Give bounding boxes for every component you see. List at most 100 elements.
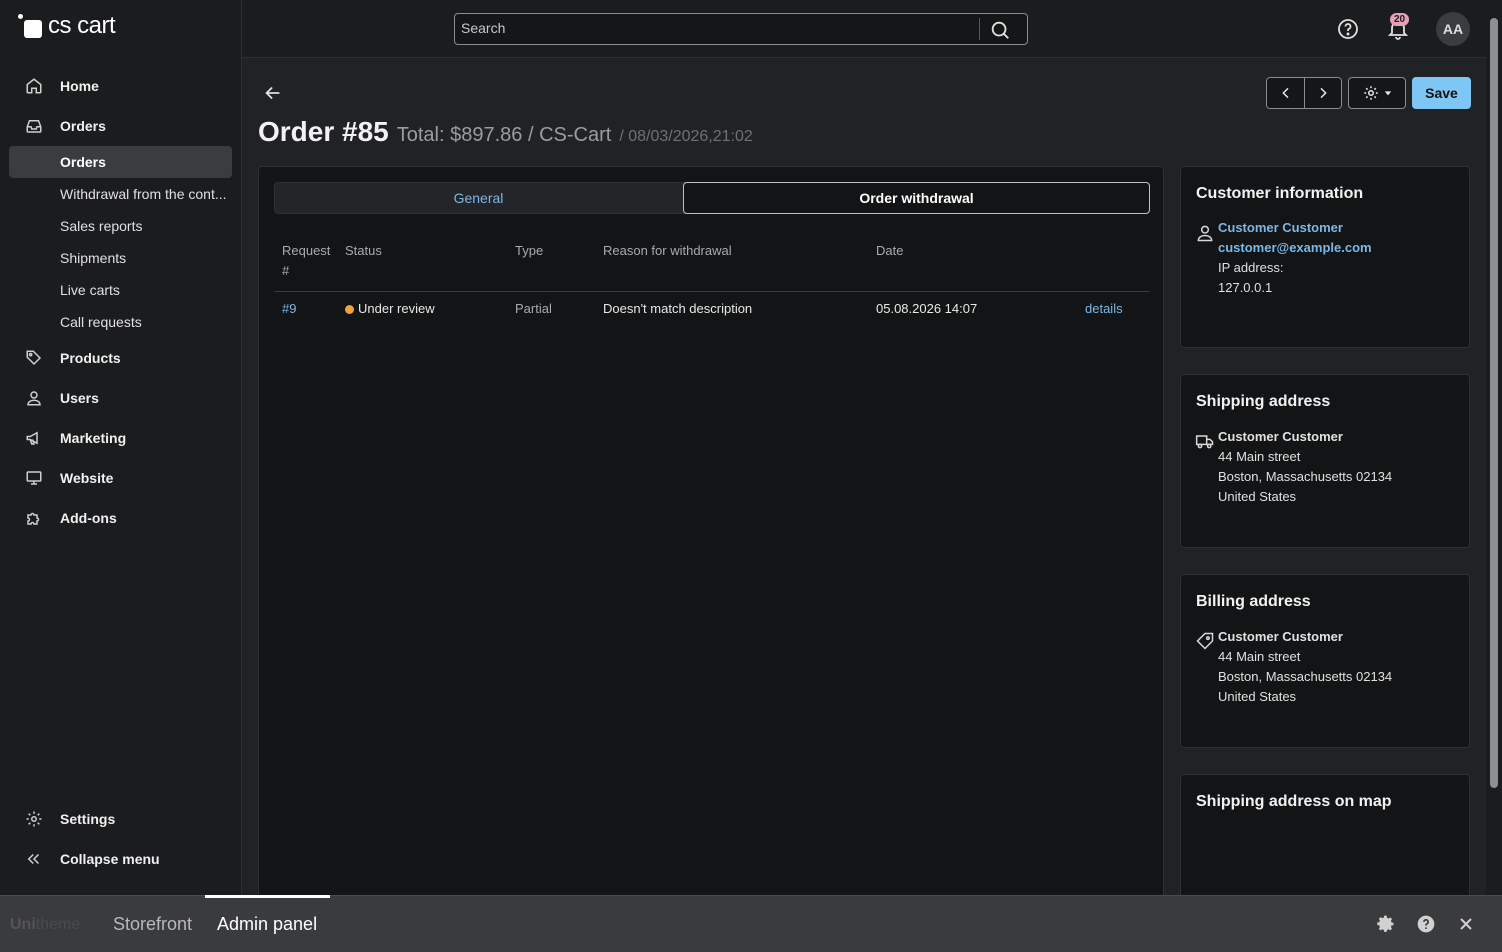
avatar[interactable]: AA (1436, 12, 1470, 46)
sidebar-item-label: Add-ons (60, 510, 117, 526)
customer-name-link[interactable]: Customer Customer (1218, 218, 1372, 238)
sidebar-subitem-shipments[interactable]: Shipments (0, 242, 241, 274)
unitheme-logo: Unitheme (10, 916, 80, 934)
gear-icon (24, 809, 44, 829)
shipping-address-card: Shipping address Customer Customer 44 Ma… (1180, 374, 1470, 548)
brand-logo[interactable]: cs cart (18, 12, 116, 40)
notifications-badge: 20 (1390, 13, 1410, 26)
home-icon (24, 76, 44, 96)
truck-icon (1195, 431, 1215, 451)
billing-city: Boston, Massachusetts 02134 (1218, 669, 1393, 684)
collapse-menu-button[interactable]: Collapse menu (0, 839, 241, 879)
cs-cart-logo-icon (18, 14, 42, 38)
sidebar-subitem-withdrawal[interactable]: Withdrawal from the cont... (0, 178, 241, 210)
settings-dropdown-button[interactable] (1348, 77, 1406, 109)
shipping-street: 44 Main street (1218, 449, 1301, 464)
billing-country: United States (1218, 689, 1297, 704)
sidebar-item-label: Marketing (60, 430, 127, 446)
scrollbar-thumb[interactable] (1490, 18, 1498, 788)
details-link[interactable]: details (1085, 301, 1123, 317)
sidebar-subitem-call-requests[interactable]: Call requests (0, 306, 241, 338)
sidebar-item-products[interactable]: Products (0, 338, 241, 378)
column-header-type: Type (515, 243, 544, 258)
inbox-icon (24, 116, 44, 136)
main-nav: Home Orders Orders Withdrawal from the c… (0, 66, 241, 538)
brand-text: theme (35, 916, 81, 933)
tab-order-withdrawal[interactable]: Order withdrawal (683, 182, 1150, 214)
megaphone-icon (24, 428, 44, 448)
status-dot-icon (345, 305, 354, 314)
customer-info-card: Customer information Customer Customer c… (1180, 166, 1470, 348)
next-order-button[interactable] (1304, 78, 1341, 108)
page-title: Order #85 Total: $897.86 / CS-Cart / 08/… (258, 116, 753, 148)
sidebar-item-label: Orders (60, 118, 106, 134)
brand-name: cs cart (48, 12, 116, 39)
tab-storefront[interactable]: Storefront (113, 914, 192, 935)
user-icon (1195, 223, 1215, 243)
ip-value: 127.0.0.1 (1218, 280, 1273, 295)
billing-details: Customer Customer 44 Main street Boston,… (1218, 627, 1392, 707)
sidebar: cs cart Home Orders Orders Withdrawal fr… (0, 0, 242, 895)
header-text: # (282, 263, 290, 278)
save-button[interactable]: Save (1412, 77, 1471, 109)
sidebar-subitem-orders[interactable]: Orders (9, 146, 232, 178)
order-number: Order #85 (258, 116, 389, 147)
caret-down-icon (1384, 91, 1392, 96)
sidebar-item-website[interactable]: Website (0, 458, 241, 498)
customer-email-link[interactable]: customer@example.com (1218, 238, 1372, 258)
search-input[interactable] (461, 20, 971, 36)
shipping-map-card: Shipping address on map (1180, 774, 1470, 906)
table-header-divider (274, 291, 1150, 292)
order-total: Total: $897.86 / CS-Cart (396, 124, 612, 146)
billing-street: 44 Main street (1218, 649, 1301, 664)
bottom-bar: Unitheme Storefront Admin panel (0, 895, 1502, 952)
customer-details: Customer Customer customer@example.com I… (1218, 218, 1372, 298)
withdrawal-panel: General Order withdrawal Request # Statu… (258, 166, 1164, 906)
status-badge: Under review (345, 301, 435, 317)
header-text: Request (282, 243, 331, 258)
close-icon[interactable] (1456, 914, 1476, 934)
gear-icon[interactable] (1376, 914, 1396, 934)
previous-order-button[interactable] (1267, 78, 1304, 108)
help-icon[interactable] (1416, 914, 1436, 934)
date-cell: 05.08.2026 14:07 (876, 301, 978, 316)
sidebar-item-settings[interactable]: Settings (0, 799, 241, 839)
chevron-left-icon (1281, 87, 1289, 99)
tag-icon (1195, 631, 1215, 651)
search-divider (979, 18, 980, 40)
sidebar-item-marketing[interactable]: Marketing (0, 418, 241, 458)
search-box (454, 13, 1028, 45)
page-scrollbar[interactable] (1486, 0, 1502, 895)
sidebar-item-addons[interactable]: Add-ons (0, 498, 241, 538)
search-icon[interactable] (989, 19, 1011, 41)
column-header-request: Request # (282, 241, 330, 281)
app-window: cs cart Home Orders Orders Withdrawal fr… (0, 0, 1502, 952)
tab-general[interactable]: General (275, 183, 682, 213)
sidebar-item-label: Website (60, 470, 114, 486)
back-arrow-icon[interactable] (262, 82, 284, 104)
page-toolbar: Save (1266, 77, 1471, 109)
status-text: Under review (358, 301, 435, 316)
sidebar-item-home[interactable]: Home (0, 66, 241, 106)
shipping-country: United States (1218, 489, 1297, 504)
tab-admin-panel[interactable]: Admin panel (217, 914, 317, 935)
sidebar-item-label: Home (60, 78, 99, 94)
shipping-name: Customer Customer (1218, 429, 1343, 444)
help-icon[interactable] (1336, 17, 1360, 41)
sidebar-bottom: Settings Collapse menu (0, 799, 241, 879)
sidebar-item-orders[interactable]: Orders (0, 106, 241, 146)
user-icon (24, 388, 44, 408)
card-title: Shipping address on map (1196, 793, 1392, 810)
brand-text: Uni (10, 916, 36, 933)
sidebar-item-label: Collapse menu (60, 851, 160, 867)
column-header-date: Date (876, 243, 904, 258)
billing-name: Customer Customer (1218, 629, 1343, 644)
sidebar-item-users[interactable]: Users (0, 378, 241, 418)
sidebar-subitem-live-carts[interactable]: Live carts (0, 274, 241, 306)
prev-next-group (1266, 77, 1342, 109)
gear-icon (1364, 86, 1378, 100)
shipping-city: Boston, Massachusetts 02134 (1218, 469, 1393, 484)
sidebar-subitem-sales-reports[interactable]: Sales reports (0, 210, 241, 242)
request-id-link[interactable]: #9 (282, 301, 296, 317)
type-cell: Partial (515, 301, 552, 316)
